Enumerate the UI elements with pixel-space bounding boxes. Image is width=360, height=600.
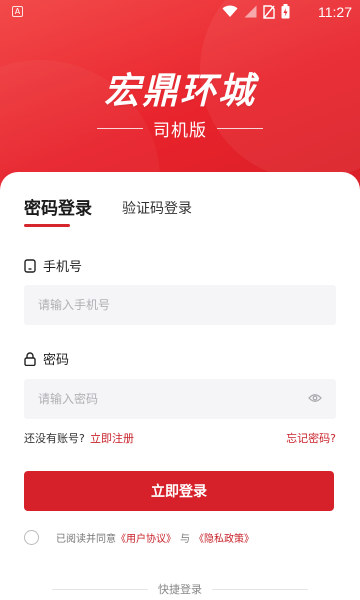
agreement-and: 与 [180, 533, 190, 545]
brand-subtitle-row: 司机版 [0, 116, 360, 141]
status-bar: A 11:27 [0, 0, 360, 24]
app-brand-title: 宏鼎环城 [103, 71, 256, 112]
phone-label-text: 手机号 [43, 260, 83, 275]
agreement-prefix: 已阅读并同意 [56, 533, 116, 545]
quick-login-divider: 快捷登录 [0, 580, 360, 598]
phone-label: 手机号 [24, 256, 82, 275]
lock-icon [24, 351, 36, 366]
divider [212, 588, 308, 590]
eye-icon[interactable] [308, 393, 322, 403]
phone-input[interactable] [24, 285, 336, 325]
privacy-policy-link[interactable]: 《隐私政策》 [194, 530, 254, 545]
divider [217, 127, 263, 129]
agreement-row: 已阅读并同意 《用户协议》 与 《隐私政策》 [24, 528, 254, 546]
register-link[interactable]: 立即注册 [90, 430, 134, 446]
status-time: 11:27 [318, 4, 352, 20]
divider [97, 127, 143, 129]
account-links: 还没有账号? 立即注册 忘记密码? [24, 430, 336, 446]
password-label: 密码 [24, 349, 69, 368]
user-agreement-link[interactable]: 《用户协议》 [116, 530, 176, 545]
quick-login-label: 快捷登录 [158, 583, 202, 596]
no-sim-icon [263, 4, 275, 19]
tab-password-login[interactable]: 密码登录 [24, 194, 92, 219]
status-icons [222, 4, 290, 19]
phone-icon [24, 258, 36, 273]
agree-checkbox[interactable] [24, 529, 39, 545]
active-tab-indicator [24, 224, 70, 227]
wifi-icon [222, 5, 238, 17]
notification-badge: A [12, 6, 23, 17]
password-input[interactable] [24, 379, 336, 419]
login-button[interactable]: 立即登录 [24, 471, 334, 511]
login-card: 密码登录 验证码登录 手机号 密码 还没有账号? 立即注册 忘记密码? 立即登录… [0, 172, 360, 600]
password-label-text: 密码 [43, 353, 70, 368]
signal-icon [244, 5, 257, 18]
app-subtitle: 司机版 [153, 120, 207, 141]
no-account-text: 还没有账号? [24, 432, 85, 445]
battery-icon [281, 4, 290, 19]
forgot-password-link[interactable]: 忘记密码? [286, 430, 336, 446]
tab-code-login[interactable]: 验证码登录 [122, 198, 192, 218]
header-banner: A 11:27 宏鼎环城 司机版 [0, 0, 360, 200]
divider [52, 588, 148, 590]
